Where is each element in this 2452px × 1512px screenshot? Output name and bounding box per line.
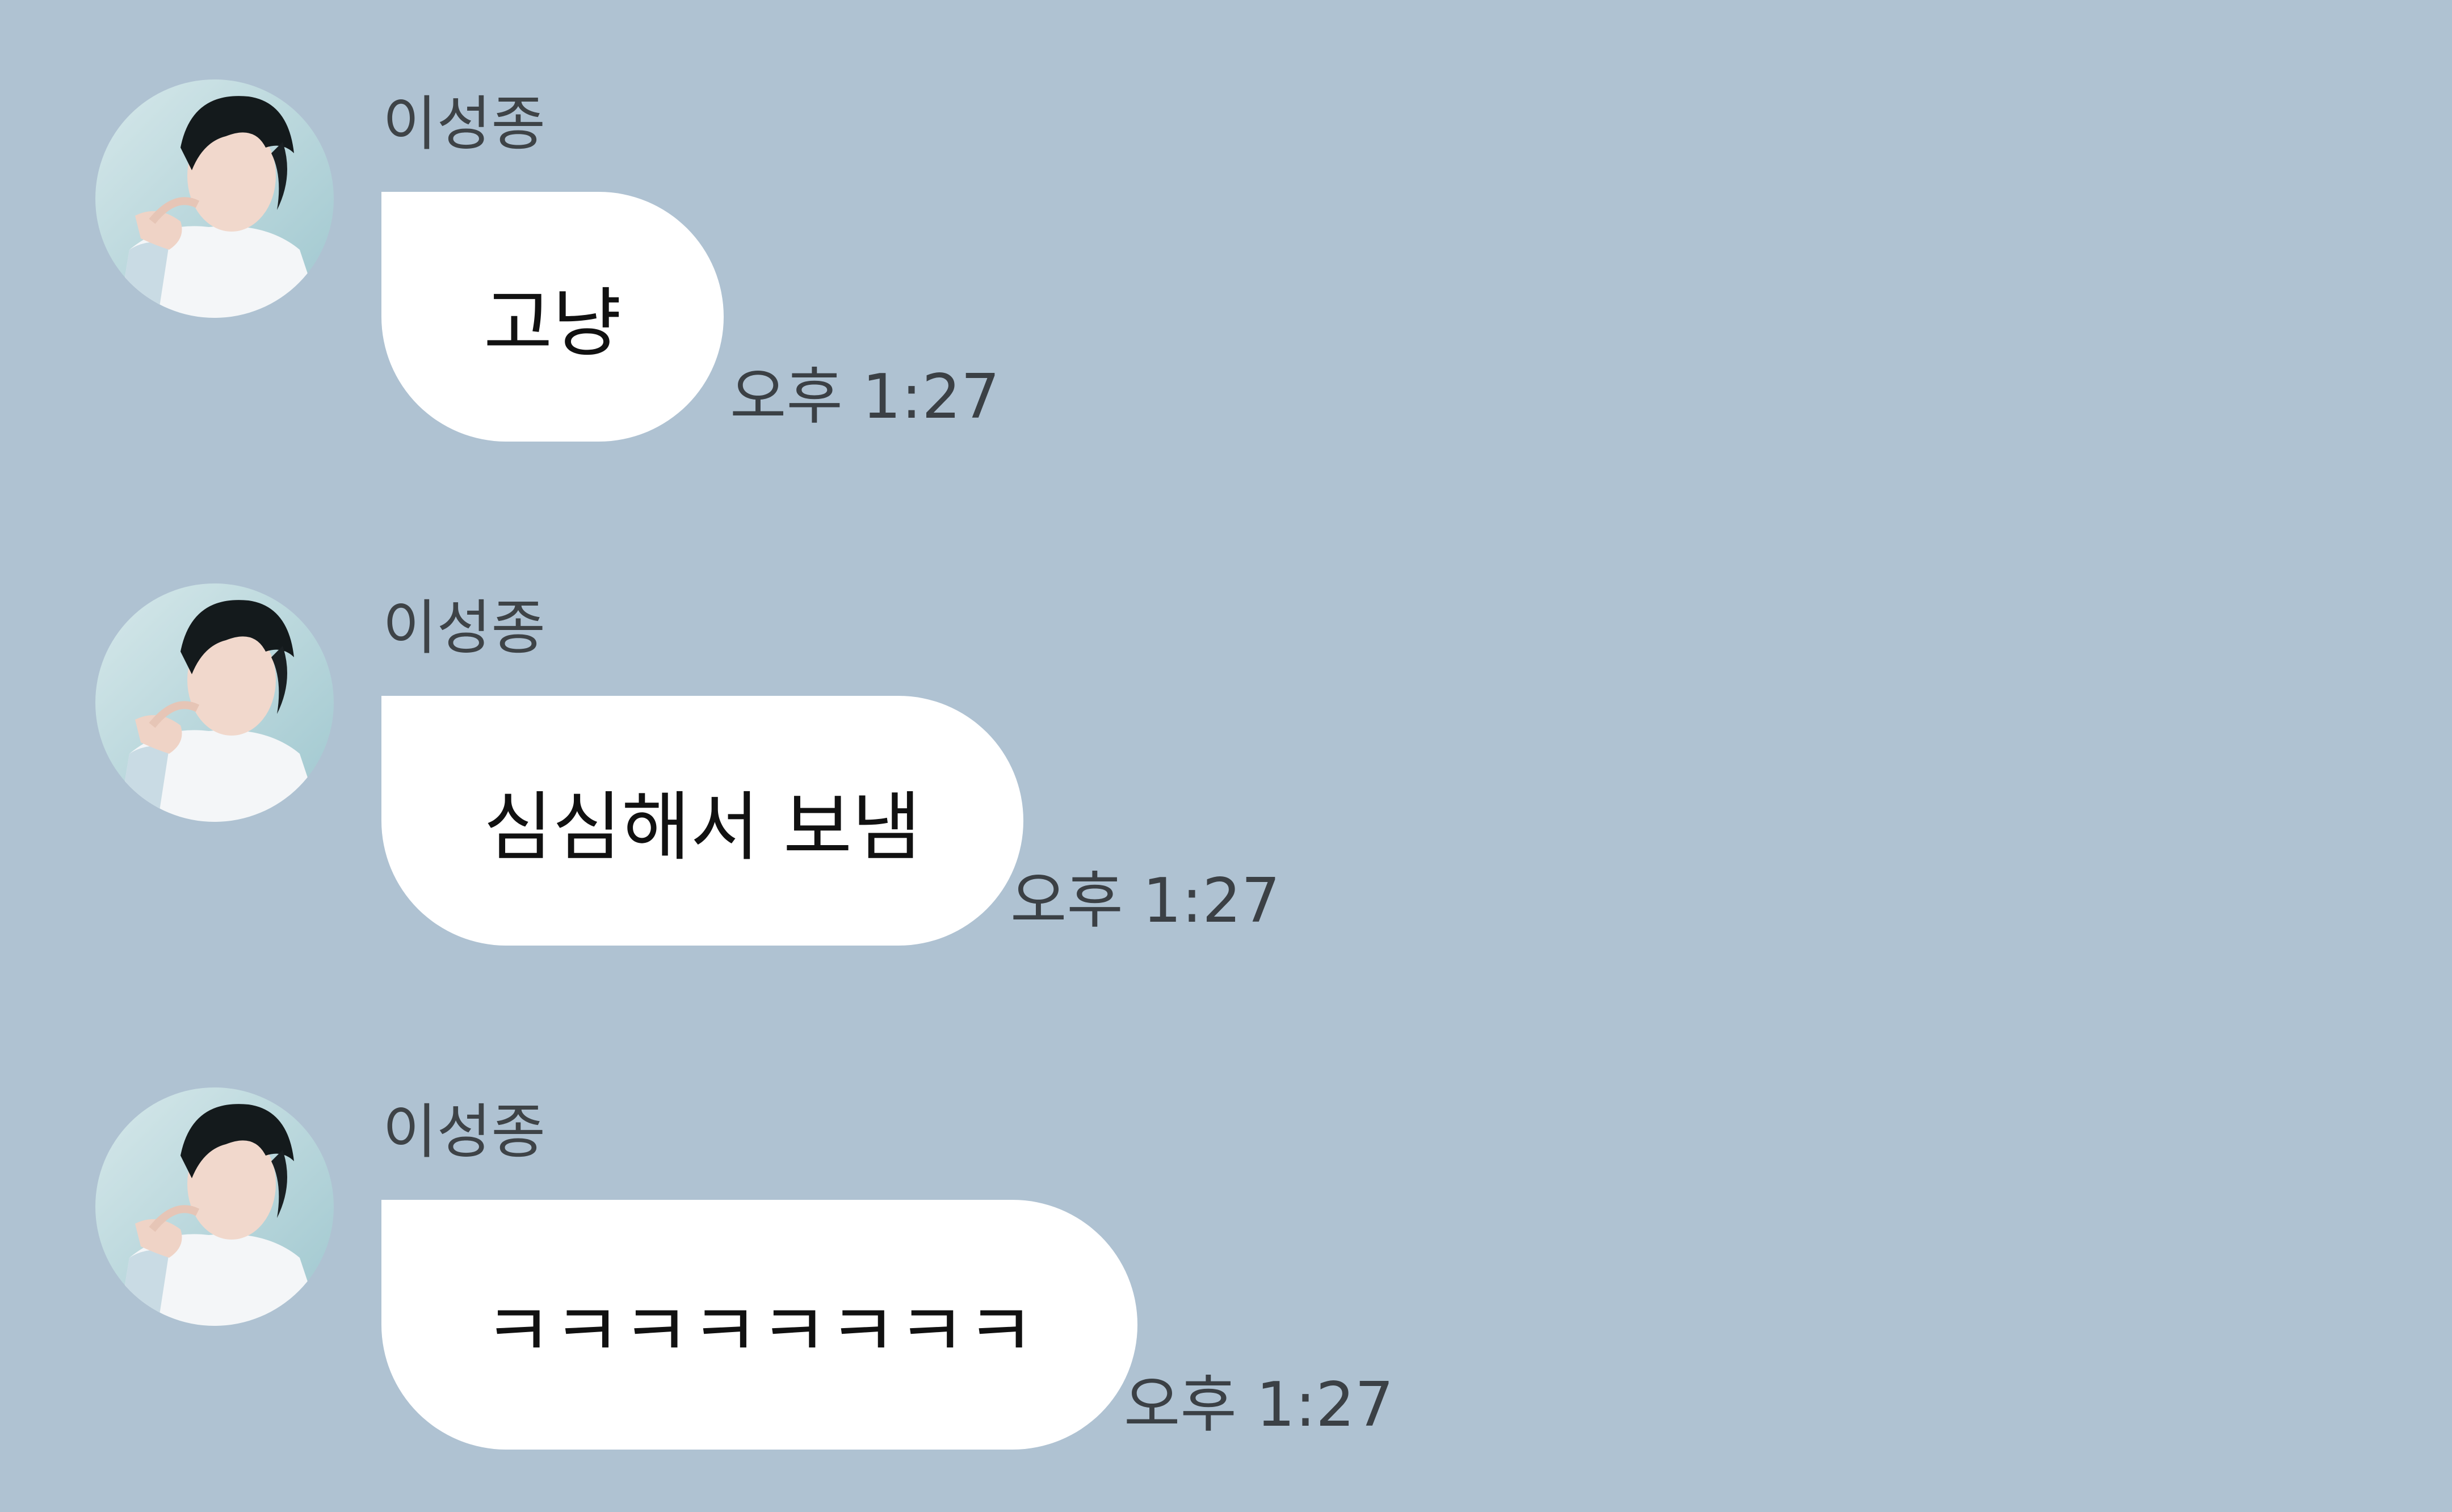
sender-avatar[interactable] [95,1087,334,1326]
chat-message-list[interactable]: 이성종 고냥 오후 1:27 이성종 심심해서 보냄 오후 1:27 이성종 ㅋ… [0,0,2452,1512]
chat-message: 이성종 심심해서 보냄 오후 1:27 [0,504,2452,958]
sender-name: 이성종 [383,1097,546,1166]
message-time: 오후 1:27 [1010,866,1280,936]
sender-name: 이성종 [383,89,546,158]
chat-message: 이성종 고냥 오후 1:27 [0,0,2452,454]
sender-avatar[interactable] [95,79,334,318]
sender-name: 이성종 [383,593,546,662]
sender-avatar[interactable] [95,583,334,822]
chat-message: 이성종 ㅋㅋㅋㅋㅋㅋㅋㅋ 오후 1:27 [0,1008,2452,1462]
message-time: 오후 1:27 [1124,1370,1394,1440]
message-text: 고냥 [484,279,622,367]
profile-photo-icon [95,79,334,318]
message-text: ㅋㅋㅋㅋㅋㅋㅋㅋ [484,1287,1035,1375]
message-text: 심심해서 보냄 [484,783,921,871]
profile-photo-icon [95,583,334,822]
profile-photo-icon [95,1087,334,1326]
message-bubble[interactable]: 고냥 [381,192,724,442]
message-time: 오후 1:27 [730,362,1000,432]
message-bubble[interactable]: ㅋㅋㅋㅋㅋㅋㅋㅋ [381,1200,1137,1450]
message-bubble[interactable]: 심심해서 보냄 [381,696,1023,946]
